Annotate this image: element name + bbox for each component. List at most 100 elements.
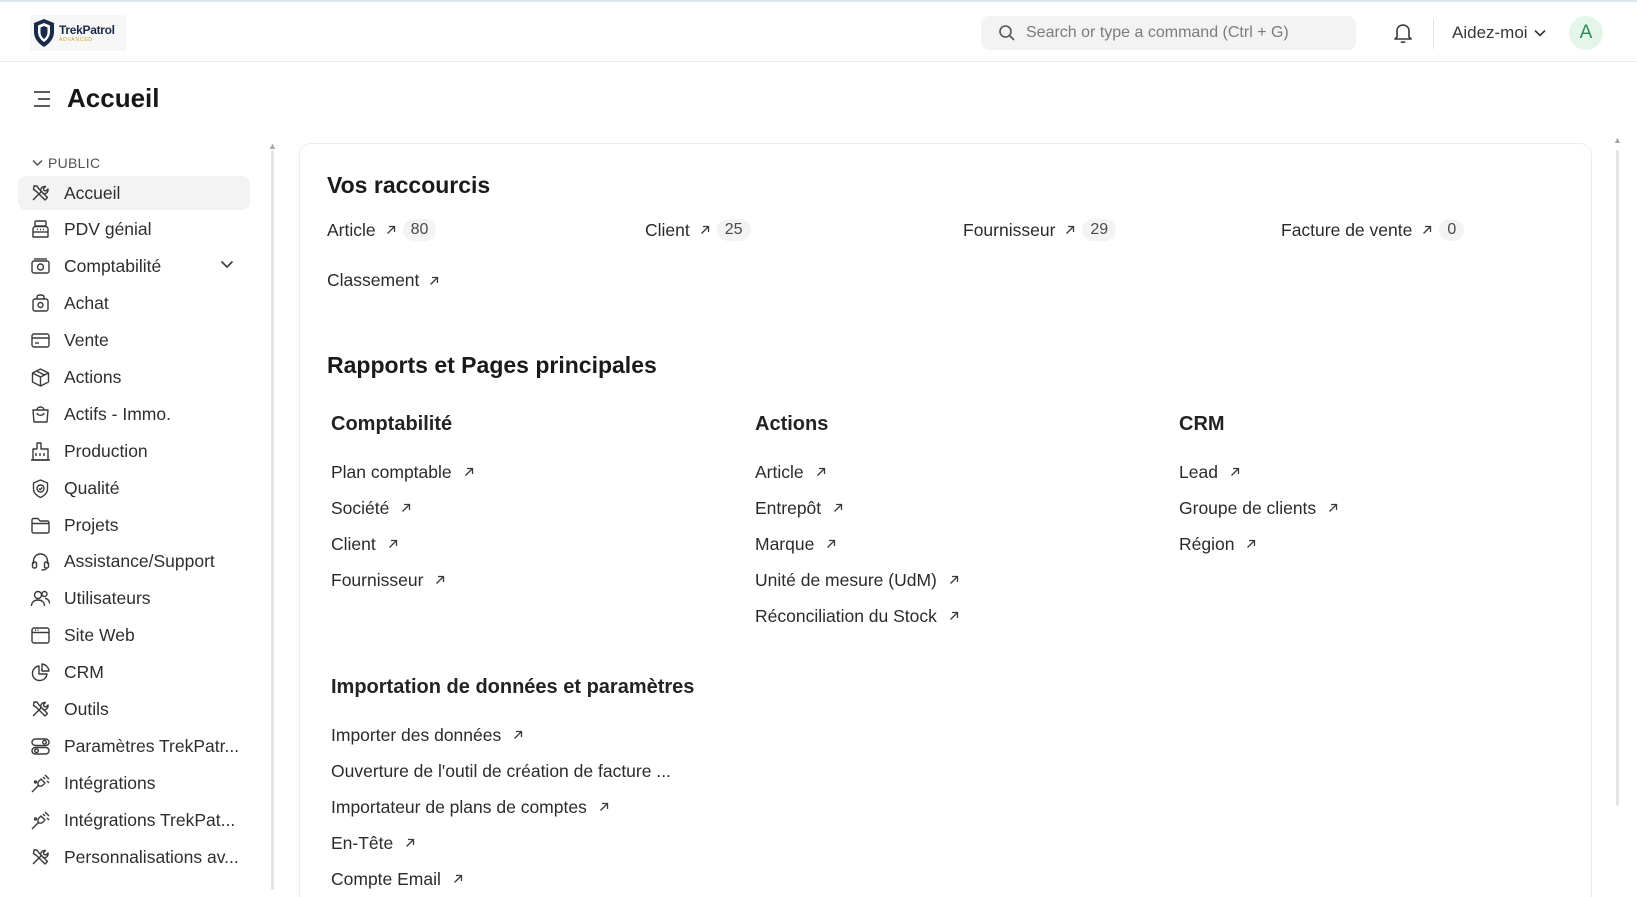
sidebar-scrollbar[interactable] xyxy=(271,150,274,890)
sales-card-icon xyxy=(29,330,51,352)
sidebar-item-assistance-support[interactable]: Assistance/Support xyxy=(18,545,250,579)
search-input[interactable] xyxy=(1026,24,1346,42)
report-card-title: CRM xyxy=(1179,413,1225,435)
report-link-groupe-de-clients[interactable]: Groupe de clients xyxy=(1179,490,1579,526)
sidebar-item-projets[interactable]: Projets xyxy=(18,508,250,542)
sidebar-item-actions[interactable]: Actions xyxy=(18,360,250,394)
shortcut-client[interactable]: Client 25 xyxy=(645,219,751,241)
sidebar-item-label: Site Web xyxy=(64,625,135,646)
page-title: Accueil xyxy=(67,83,160,113)
external-link-icon xyxy=(599,802,609,812)
notification-bell-icon[interactable] xyxy=(1393,22,1413,44)
sidebar-item-actifs-immo[interactable]: Actifs - Immo. xyxy=(18,397,250,431)
external-link-icon xyxy=(949,575,959,585)
pie-chart-icon xyxy=(29,662,51,684)
app-logo[interactable]: TrekPatrol ADVANCED xyxy=(30,15,126,51)
chevron-down-icon[interactable] xyxy=(220,260,234,269)
sidebar-item-label: Personnalisations av... xyxy=(64,846,239,867)
sidebar-item-pdv-genial[interactable]: PDV génial xyxy=(18,213,250,247)
sidebar-item-label: Production xyxy=(64,440,148,461)
sidebar-item-label: Paramètres TrekPatr... xyxy=(64,735,240,756)
report-link-en-tete[interactable]: En-Tête xyxy=(331,825,731,861)
sidebar-section-public[interactable]: PUBLIC xyxy=(18,150,250,176)
shortcut-label: Classement xyxy=(327,270,420,290)
sidebar-item-utilisateurs[interactable]: Utilisateurs xyxy=(18,582,250,616)
sidebar-item-achat[interactable]: Achat xyxy=(18,287,250,321)
sidebar-item-vente[interactable]: Vente xyxy=(18,324,250,358)
search-bar[interactable] xyxy=(981,16,1356,50)
report-link-importateur-plans-comptes[interactable]: Importateur de plans de comptes xyxy=(331,789,731,825)
shortcut-classement[interactable]: Classement xyxy=(327,270,439,291)
factory-icon xyxy=(29,440,51,462)
report-card-title: Comptabilité xyxy=(331,413,453,435)
external-link-icon xyxy=(1230,467,1240,477)
sidebar-item-personnalisations[interactable]: Personnalisations av... xyxy=(18,840,250,874)
shortcuts-heading: Vos raccourcis xyxy=(327,172,491,198)
sidebar-item-label: PDV génial xyxy=(64,219,152,240)
external-link-icon xyxy=(453,874,463,884)
scroll-up-arrow-icon[interactable]: ▲ xyxy=(268,141,277,151)
report-link-compte-email[interactable]: Compte Email xyxy=(331,861,731,897)
main-scrollbar[interactable] xyxy=(1616,150,1619,806)
sidebar-item-label: CRM xyxy=(64,662,104,683)
quality-badge-icon xyxy=(29,477,51,499)
external-link-icon xyxy=(464,467,474,477)
shortcut-article[interactable]: Article 80 xyxy=(327,219,437,241)
sidebar-item-integrations[interactable]: Intégrations xyxy=(18,766,250,800)
sidebar-item-outils[interactable]: Outils xyxy=(18,692,250,726)
scroll-up-arrow-icon[interactable]: ▲ xyxy=(1613,135,1622,145)
report-link-label: Importateur de plans de comptes xyxy=(331,796,587,817)
purchase-bag-icon xyxy=(29,293,51,315)
sidebar-item-label: Actions xyxy=(64,366,122,387)
report-link-marque[interactable]: Marque xyxy=(755,526,1155,562)
report-card-comptabilite: Comptabilité Plan comptable Société Clie… xyxy=(331,410,731,598)
report-link-reconciliation-du-stock[interactable]: Réconciliation du Stock xyxy=(755,598,1155,634)
users-icon xyxy=(29,588,51,610)
shortcut-label: Client xyxy=(645,219,690,240)
report-link-lead[interactable]: Lead xyxy=(1179,454,1579,490)
sidebar-item-crm[interactable]: CRM xyxy=(18,656,250,690)
plug-icon xyxy=(29,772,51,794)
sidebar-item-label: Comptabilité xyxy=(64,256,162,277)
sidebar-item-production[interactable]: Production xyxy=(18,434,250,468)
sidebar-item-comptabilite[interactable]: Comptabilité xyxy=(18,250,250,284)
report-link-unite-de-mesure[interactable]: Unité de mesure (UdM) xyxy=(755,562,1155,598)
external-link-icon xyxy=(833,503,843,513)
user-avatar[interactable]: A xyxy=(1569,16,1603,50)
report-link-fournisseur[interactable]: Fournisseur xyxy=(331,562,731,598)
help-dropdown[interactable]: Aidez-moi xyxy=(1452,23,1546,43)
sidebar-item-site-web[interactable]: Site Web xyxy=(18,619,250,653)
sidebar-item-parametres[interactable]: Paramètres TrekPatr... xyxy=(18,729,250,763)
external-link-icon xyxy=(435,575,445,585)
sidebar-item-label: Actifs - Immo. xyxy=(64,403,171,424)
shortcut-fournisseur[interactable]: Fournisseur 29 xyxy=(963,219,1117,241)
report-card-title: Actions xyxy=(755,413,829,435)
shortcut-label: Fournisseur xyxy=(963,219,1056,240)
report-link-importer-des-donnees[interactable]: Importer des données xyxy=(331,717,731,753)
report-link-label: Plan comptable xyxy=(331,461,452,482)
sidebar-item-qualite[interactable]: Qualité xyxy=(18,471,250,505)
box-icon xyxy=(29,366,51,388)
report-link-region[interactable]: Région xyxy=(1179,526,1579,562)
report-link-plan-comptable[interactable]: Plan comptable xyxy=(331,454,731,490)
report-link-label: Société xyxy=(331,497,390,518)
sidebar-item-integrations-trekpatrol[interactable]: Intégrations TrekPat... xyxy=(18,803,250,837)
report-link-societe[interactable]: Société xyxy=(331,490,731,526)
external-link-icon xyxy=(386,225,396,235)
report-link-article[interactable]: Article xyxy=(755,454,1155,490)
sidebar-toggle-icon[interactable] xyxy=(32,90,52,108)
shortcut-facture-de-vente[interactable]: Facture de vente 0 xyxy=(1281,219,1465,241)
sidebar-item-label: Achat xyxy=(64,293,109,314)
shield-logo-icon xyxy=(34,19,54,47)
report-link-outil-creation-facture[interactable]: Ouverture de l'outil de création de fact… xyxy=(331,753,731,789)
money-icon xyxy=(29,256,51,278)
shortcut-count-badge: 80 xyxy=(402,219,437,241)
report-link-entrepot[interactable]: Entrepôt xyxy=(755,490,1155,526)
navbar-divider xyxy=(1433,19,1434,49)
report-link-client[interactable]: Client xyxy=(331,526,731,562)
shortcut-count-badge: 0 xyxy=(1439,219,1465,241)
sidebar-item-label: Accueil xyxy=(64,182,121,203)
external-link-icon xyxy=(1328,503,1338,513)
sidebar-item-accueil[interactable]: Accueil xyxy=(18,176,250,210)
external-link-icon xyxy=(1422,225,1432,235)
